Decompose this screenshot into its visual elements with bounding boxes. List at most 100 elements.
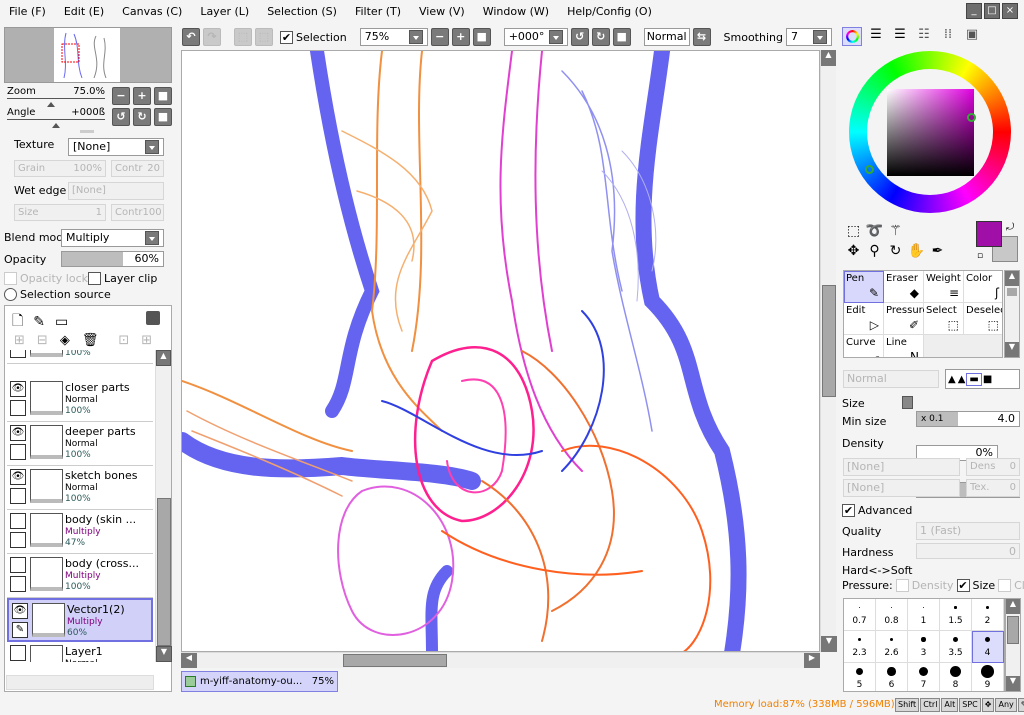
scroll-down-button[interactable]: ▼ (1006, 676, 1020, 691)
hsv-slider-tab[interactable]: ☰ (890, 27, 910, 46)
zoom-tool[interactable]: ⚲ (864, 243, 885, 263)
hue-picker-handle[interactable] (865, 165, 874, 174)
layer-lock-toggle[interactable] (10, 350, 26, 358)
pen-icon[interactable]: ✎ (12, 622, 28, 638)
scratchpad-tab[interactable]: ▣ (962, 27, 982, 46)
scroll-thumb[interactable] (343, 654, 447, 667)
zoom-in-button[interactable]: + (133, 87, 151, 105)
eye-icon[interactable]: 👁 (10, 425, 26, 441)
drawing-canvas[interactable] (181, 50, 820, 652)
scroll-thumb[interactable] (1007, 288, 1017, 296)
hand-tool[interactable]: ✋ (906, 243, 927, 263)
toolbar-rotate-left-button[interactable]: ↺ (570, 28, 589, 46)
layer-row[interactable]: 👁 ✎ Vector1(2) Multiply 60% (7, 598, 153, 642)
zoom-slider[interactable]: Zoom 75.0% (7, 86, 105, 107)
redo-button[interactable]: ↷ (203, 28, 221, 46)
brush-size-preset[interactable]: 0.8 (876, 599, 908, 631)
key-indicator[interactable]: ✥ (981, 698, 995, 712)
brush-size-preset[interactable]: 8 (940, 663, 972, 691)
blend-mode-select[interactable]: Multiply (61, 229, 164, 247)
menu-layer[interactable]: Layer (L) (191, 5, 258, 18)
layer-lock-toggle[interactable] (10, 576, 26, 592)
rotate-right-button[interactable]: ↻ (133, 108, 151, 126)
lasso-tool[interactable]: ➰ (864, 223, 885, 243)
advanced-checkbox[interactable]: ✔ (842, 504, 855, 517)
key-indicator[interactable]: SPC (959, 698, 981, 712)
selection-checkbox[interactable]: ✔ (280, 30, 293, 44)
scroll-down-button[interactable]: ▼ (1005, 342, 1019, 357)
toolbar-zoom-in-button[interactable]: + (451, 28, 470, 46)
menu-canvas[interactable]: Canvas (C) (113, 5, 191, 18)
sv-picker-handle[interactable] (967, 113, 976, 122)
scroll-left-button[interactable]: ◀ (181, 653, 197, 668)
brush-size-preset[interactable]: 0.7 (844, 599, 876, 631)
swap-colors-icon[interactable]: ⤾ (1006, 222, 1014, 233)
scroll-thumb[interactable] (822, 285, 836, 397)
brush-size-preset[interactable]: 4 (972, 631, 1004, 663)
zoom-out-button[interactable]: − (112, 87, 130, 105)
layer-lock-toggle[interactable] (10, 488, 26, 504)
eyedropper-tool[interactable]: ✒ (927, 243, 948, 263)
key-indicator[interactable]: Shift (895, 698, 920, 712)
menu-filter[interactable]: Filter (T) (346, 5, 410, 18)
tool-line[interactable]: Line N (884, 335, 924, 357)
layer-row[interactable]: Layer1 Normal 49% (7, 642, 153, 662)
transfer-down-icon[interactable]: ⊞ (14, 333, 25, 348)
eye-icon[interactable]: 👁 (10, 381, 26, 397)
layer-lock-toggle[interactable] (10, 444, 26, 460)
layer-opacity-slider[interactable]: 60% (61, 251, 164, 267)
smoothing-select[interactable]: 7 (785, 28, 832, 46)
menu-help[interactable]: Help/Config (O) (558, 5, 661, 18)
opacity-lock-checkbox[interactable] (4, 272, 17, 285)
scroll-down-button[interactable]: ▼ (156, 646, 172, 662)
brush-shape-square[interactable]: ■ (983, 374, 992, 385)
scroll-down-button[interactable]: ▼ (821, 636, 837, 652)
menu-selection[interactable]: Selection (S) (258, 5, 346, 18)
close-button[interactable]: × (1002, 3, 1018, 19)
canvas-hscrollbar[interactable]: ◀ ▶ (181, 652, 820, 668)
move-tool[interactable]: ✥ (843, 243, 864, 263)
layer-row[interactable]: body (cross... Multiply 100% (7, 554, 153, 598)
layer-row[interactable]: 👁 sketch bones Normal 100% (7, 466, 153, 510)
brush-size-preset[interactable]: 2.3 (844, 631, 876, 663)
scroll-up-button[interactable]: ▲ (156, 350, 171, 366)
tool-grid-scrollbar[interactable]: ▲ ▼ (1004, 270, 1020, 358)
scroll-up-button[interactable]: ▲ (1006, 599, 1020, 614)
angle-slider[interactable]: Angle +000ß (7, 107, 105, 128)
magic-wand-tool[interactable]: ⚚ (885, 223, 906, 243)
rect-select-tool[interactable]: ⬚ (843, 223, 864, 243)
color-wheel-tab[interactable] (842, 27, 862, 46)
brush-shape-hard[interactable]: ▬ (966, 372, 982, 386)
undo-button[interactable]: ↶ (182, 28, 200, 46)
brush-shape-soft[interactable]: ▲ (948, 374, 956, 385)
toolbar-zoom-out-button[interactable]: − (430, 28, 449, 46)
scroll-right-button[interactable]: ▶ (804, 653, 820, 668)
brush-size-preset[interactable]: 7 (908, 663, 940, 691)
menu-file[interactable]: File (F) (0, 5, 55, 18)
visibility-toggle[interactable] (10, 645, 26, 661)
rotate-left-button[interactable]: ↺ (112, 108, 130, 126)
texture-select[interactable]: [None] (68, 138, 164, 156)
toolbar-zoom-reset-button[interactable]: ■ (472, 28, 491, 46)
brush-size-preset[interactable]: 1 (908, 599, 940, 631)
scroll-thumb[interactable] (157, 498, 171, 646)
swatches-tab[interactable]: ☷ (914, 27, 934, 46)
tool-pen[interactable]: Pen ✎ (844, 271, 884, 303)
tool-deselect[interactable]: Deselect ⬚ (964, 303, 1002, 335)
minimize-button[interactable]: _ (966, 3, 982, 19)
primary-color-swatch[interactable] (976, 221, 1002, 247)
toolbar-rotate-reset-button[interactable]: ■ (612, 28, 631, 46)
menu-window[interactable]: Window (W) (474, 5, 558, 18)
tool-pressure[interactable]: Pressure ✐ (884, 303, 929, 335)
tool-select[interactable]: Select ⬚ (924, 303, 964, 335)
angle-select[interactable]: +000° (503, 28, 568, 46)
scroll-up-button[interactable]: ▲ (821, 50, 836, 66)
layer-row[interactable]: 👁 deeper parts Normal 100% (7, 422, 153, 466)
tool-edit[interactable]: Edit ▷ (844, 303, 884, 335)
brush-size-preset[interactable]: 6 (876, 663, 908, 691)
scroll-up-button[interactable]: ▲ (1005, 271, 1019, 286)
tool-eraser[interactable]: Eraser ◆ (884, 271, 924, 303)
tool-weight[interactable]: Weight ≡ (924, 271, 964, 303)
rotate-tool[interactable]: ↻ (885, 243, 906, 263)
color-wheel[interactable] (849, 51, 1011, 213)
